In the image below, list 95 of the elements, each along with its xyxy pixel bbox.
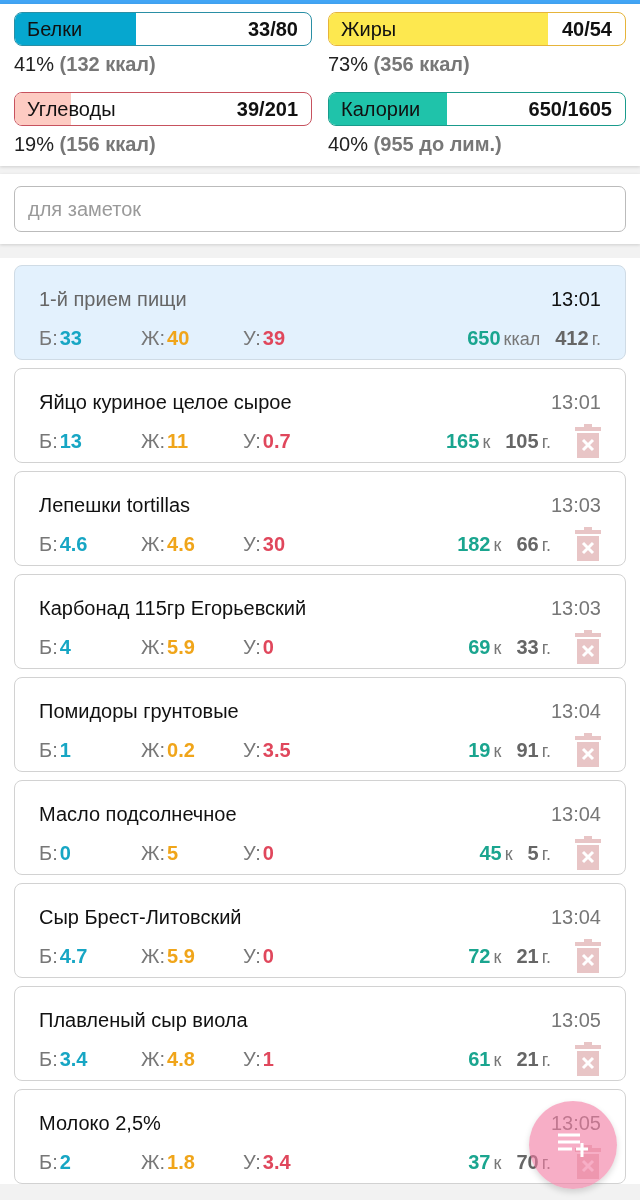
delete-icon[interactable] xyxy=(575,527,601,561)
meal-title: 1-й прием пищи xyxy=(39,287,187,311)
calories-text: 61 к xyxy=(468,1047,502,1071)
weight-text: 66 г. xyxy=(516,532,551,556)
percent-text: 41% xyxy=(14,53,55,75)
food-card[interactable]: Лепешки tortillas 13:03 Б:4.6 Ж:4.6 У:30 182 к 66 г. xyxy=(14,471,626,566)
percent-text: 73% xyxy=(328,53,369,75)
macro-text: У:0 xyxy=(243,944,275,968)
macro-text: Ж:4.6 xyxy=(141,532,196,556)
weight-text: 91 г. xyxy=(516,738,551,762)
weight-text: 105 г. xyxy=(505,429,551,453)
macro-text: Ж:40 xyxy=(141,326,191,350)
macro-text: Б:2 xyxy=(39,1150,72,1174)
macro-text: Б:1 xyxy=(39,738,72,762)
food-name: Сыр Брест-Литовский xyxy=(39,905,242,929)
macro-text: Б:0 xyxy=(39,841,72,865)
calories-text: 69 к xyxy=(468,635,502,659)
macro-text: Ж:1.8 xyxy=(141,1150,196,1174)
food-name: Молоко 2,5% xyxy=(39,1111,161,1135)
calories-text: 45 к xyxy=(479,841,513,865)
macro-text: Ж:5 xyxy=(141,841,180,865)
weight-text: 412 г. xyxy=(555,326,601,350)
delete-icon[interactable] xyxy=(575,939,601,973)
macro-text: Б:13 xyxy=(39,429,83,453)
food-card[interactable]: Помидоры грунтовые 13:04 Б:1 Ж:0.2 У:3.5 19 к 91 г. xyxy=(14,677,626,772)
time-text: 13:04 xyxy=(550,699,601,723)
food-card[interactable]: Плавленый сыр виола 13:05 Б:3.4 Ж:4.8 У:1 61 к 21 г. xyxy=(14,986,626,1081)
macro-text: Б:33 xyxy=(39,326,83,350)
detail-text: (156 ккал) xyxy=(59,133,156,155)
macro-text: Ж:5.9 xyxy=(141,944,196,968)
food-card[interactable]: Яйцо куриное целое сырое 13:01 Б:13 Ж:11 У:0.7 165 к 105 г. xyxy=(14,368,626,463)
calories-text: 182 к xyxy=(457,532,502,556)
food-name: Лепешки tortillas xyxy=(39,493,191,517)
food-name: Масло подсолнечное xyxy=(39,802,237,826)
weight-text: 21 г. xyxy=(516,944,551,968)
macro-text: Б:4.6 xyxy=(39,532,89,556)
macro-text: Ж:11 xyxy=(141,429,190,453)
macro-text: Ж:5.9 xyxy=(141,635,196,659)
food-name: Карбонад 115гр Егорьевский xyxy=(39,596,307,620)
food-card[interactable]: Карбонад 115гр Егорьевский 13:03 Б:4 Ж:5.9 У:0 69 к 33 г. xyxy=(14,574,626,669)
macro-value: 40/54 xyxy=(561,17,612,41)
macro-text: Ж:4.8 xyxy=(141,1047,196,1071)
calories-text: 37 к xyxy=(468,1150,502,1174)
macro-text: У:30 xyxy=(243,532,287,556)
calories-text: 19 к xyxy=(468,738,502,762)
detail-text: (132 ккал) xyxy=(59,53,156,75)
macro-label: Калории xyxy=(341,97,421,121)
food-name: Яйцо куриное целое сырое xyxy=(39,390,292,414)
time-text: 13:03 xyxy=(550,596,601,620)
macro-text: У:0.7 xyxy=(243,429,292,453)
macro-label: Углеводы xyxy=(27,97,116,121)
macro-value: 650/1605 xyxy=(528,97,612,121)
time-text: 13:01 xyxy=(550,390,601,414)
food-card[interactable]: Сыр Брест-Литовский 13:04 Б:4.7 Ж:5.9 У:0 72 к 21 г. xyxy=(14,883,626,978)
macro-text: У:1 xyxy=(243,1047,275,1071)
delete-icon[interactable] xyxy=(575,1145,601,1179)
weight-text: 5 г. xyxy=(527,841,551,865)
food-name: Помидоры грунтовые xyxy=(39,699,239,723)
delete-icon[interactable] xyxy=(575,630,601,664)
detail-text: (955 до лим.) xyxy=(373,133,502,155)
delete-icon[interactable] xyxy=(575,1042,601,1076)
macro-text: У:0 xyxy=(243,841,275,865)
food-card[interactable]: Масло подсолнечное 13:04 Б:0 Ж:5 У:0 45 к 5 г. xyxy=(14,780,626,875)
macro-text: Б:4.7 xyxy=(39,944,89,968)
macro-value: 33/80 xyxy=(247,17,298,41)
calories-text: 165 к xyxy=(446,429,491,453)
meal-card[interactable]: 1-й прием пищи 13:01 Б:33 Ж:40 У:39 650 ккал 412 г. xyxy=(14,265,626,360)
macro-text: Б:4 xyxy=(39,635,72,659)
macro-text: У:0 xyxy=(243,635,275,659)
delete-icon[interactable] xyxy=(575,424,601,458)
percent-text: 40% xyxy=(328,133,369,155)
calories-text: 72 к xyxy=(468,944,502,968)
calories-text: 650 ккал xyxy=(467,326,541,350)
delete-icon[interactable] xyxy=(575,733,601,767)
list-add-icon xyxy=(556,1132,590,1158)
time-text: 13:05 xyxy=(550,1008,601,1032)
macro-text: У:3.5 xyxy=(243,738,292,762)
weight-text: 33 г. xyxy=(516,635,551,659)
weight-text: 21 г. xyxy=(516,1047,551,1071)
macro-text: У:39 xyxy=(243,326,287,350)
time-text: 13:04 xyxy=(550,905,601,929)
time-text: 13:03 xyxy=(550,493,601,517)
macro-text: Ж:0.2 xyxy=(141,738,196,762)
macro-value: 39/201 xyxy=(236,97,298,121)
notes-field[interactable]: для заметок xyxy=(14,186,626,232)
macro-text: У:3.4 xyxy=(243,1150,292,1174)
delete-icon[interactable] xyxy=(575,836,601,870)
time-text: 13:04 xyxy=(550,802,601,826)
food-name: Плавленый сыр виола xyxy=(39,1008,248,1032)
detail-text: (356 ккал) xyxy=(373,53,470,75)
macro-label: Белки xyxy=(27,17,83,41)
macro-label: Жиры xyxy=(341,17,397,41)
macro-text: Б:3.4 xyxy=(39,1047,89,1071)
time-text: 13:01 xyxy=(550,287,601,311)
percent-text: 19% xyxy=(14,133,55,155)
